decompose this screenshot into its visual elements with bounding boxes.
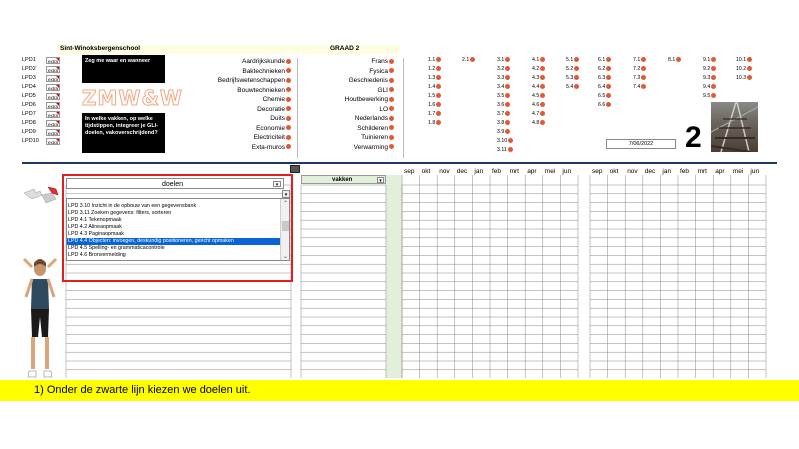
doelen-cell-arrow[interactable]: ▾ <box>282 190 290 198</box>
dropdown-option[interactable]: LPD 3.11 Zoeken gegevens: filters, sorte… <box>67 210 281 217</box>
dropdown-option[interactable]: LPD 4.4 Objecten: invoegen, deskundig po… <box>67 238 281 245</box>
dropdown-option[interactable]: LPD 4.3 Paginaopmaak <box>67 231 281 238</box>
puzzle-icon <box>22 185 62 207</box>
dropdown-option[interactable]: LPD 4.1 Tekenopmaak <box>67 217 281 224</box>
dropdown-scrollbar[interactable]: ⌃ ⌄ <box>280 199 289 260</box>
doelen-dropdown-list[interactable]: LPD 3.10 Inzicht in de opbouw van een ge… <box>66 198 290 261</box>
doelen-label: doelen <box>162 181 184 188</box>
doelen-dropdown-arrow[interactable]: ▾ <box>273 181 281 188</box>
woman-illustration <box>18 257 62 382</box>
caption-bar: 1) Onder de zwarte lijn kiezen we doelen… <box>0 380 799 401</box>
scroll-thumb[interactable] <box>282 221 289 231</box>
scroll-up-icon[interactable]: ⌃ <box>282 201 289 207</box>
green-column <box>386 175 402 378</box>
dropdown-option[interactable]: LPD 4.5 Spelling- en grammaticacontrole <box>67 245 281 252</box>
caption-text: 1) Onder de zwarte lijn kiezen we doelen… <box>34 384 251 396</box>
dropdown-option[interactable]: LPD 3.10 Inzicht in de opbouw van een ge… <box>67 203 281 210</box>
doelen-header: doelen ▾ <box>66 178 284 189</box>
scroll-down-icon[interactable]: ⌄ <box>282 254 289 260</box>
dropdown-option[interactable]: LPD 4.6 Bronvermelding <box>67 252 281 259</box>
dropdown-option[interactable]: LPD 4.2 Alineaopmaak <box>67 224 281 231</box>
dropdown-options: LPD 3.10 Inzicht in de opbouw van een ge… <box>67 199 281 259</box>
